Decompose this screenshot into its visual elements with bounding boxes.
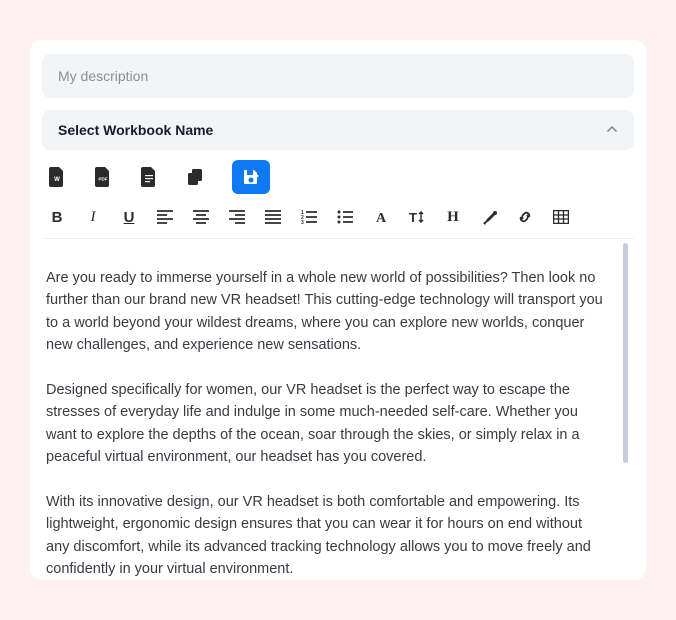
content-editable[interactable]: Are you ready to immerse yourself in a w… xyxy=(46,267,630,599)
svg-text:3: 3 xyxy=(301,220,304,224)
scrollbar[interactable] xyxy=(623,243,628,463)
paragraph: Are you ready to immerse yourself in a w… xyxy=(46,267,608,357)
chevron-up-icon xyxy=(606,123,618,138)
italic-button[interactable]: I xyxy=(82,206,104,228)
svg-text:A: A xyxy=(376,211,387,225)
font-family-button[interactable]: A xyxy=(370,206,392,228)
heading-button[interactable]: H xyxy=(442,206,464,228)
description-placeholder: My description xyxy=(58,68,148,84)
word-export-icon[interactable]: W xyxy=(48,167,66,187)
svg-text:PDF: PDF xyxy=(99,177,108,182)
content-area: Are you ready to immerse yourself in a w… xyxy=(42,239,634,599)
paragraph: With its innovative design, our VR heads… xyxy=(46,491,608,581)
svg-text:W: W xyxy=(54,177,60,183)
bold-button[interactable]: B xyxy=(46,206,68,228)
align-justify-button[interactable] xyxy=(262,206,284,228)
align-left-button[interactable] xyxy=(154,206,176,228)
workbook-select-label: Select Workbook Name xyxy=(58,122,213,138)
pdf-export-icon[interactable]: PDF xyxy=(94,167,112,187)
paragraph: Designed specifically for women, our VR … xyxy=(46,379,608,469)
export-row: W PDF xyxy=(42,150,634,202)
workbook-select[interactable]: Select Workbook Name xyxy=(42,110,634,150)
save-button[interactable] xyxy=(232,160,270,194)
table-icon[interactable] xyxy=(550,206,572,228)
description-input[interactable]: My description xyxy=(42,54,634,98)
font-size-button[interactable]: T xyxy=(406,206,428,228)
link-icon[interactable] xyxy=(514,206,536,228)
doc-export-icon[interactable] xyxy=(140,167,158,187)
copy-icon[interactable] xyxy=(186,167,204,187)
brush-icon[interactable] xyxy=(478,206,500,228)
editor-card: My description Select Workbook Name W PD… xyxy=(30,40,646,580)
align-center-button[interactable] xyxy=(190,206,212,228)
ordered-list-button[interactable]: 123 xyxy=(298,206,320,228)
format-toolbar: B I U 123 A T H xyxy=(42,202,634,239)
align-right-button[interactable] xyxy=(226,206,248,228)
svg-text:T: T xyxy=(409,210,417,225)
underline-button[interactable]: U xyxy=(118,206,140,228)
unordered-list-button[interactable] xyxy=(334,206,356,228)
